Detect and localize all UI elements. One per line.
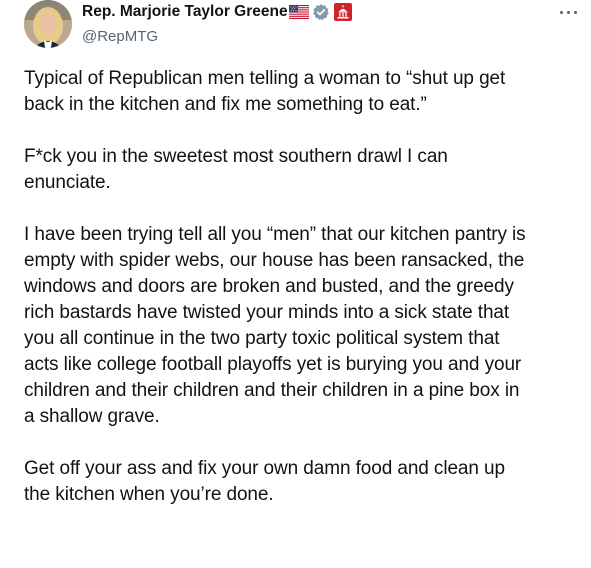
tweet-paragraph: I have been trying tell all you “men” th… [24, 224, 526, 427]
capitol-icon[interactable] [333, 3, 352, 21]
tweet-paragraph: Get off your ass and fix your own damn f… [24, 458, 505, 505]
tweet-text: Typical of Republican men telling a woma… [24, 66, 586, 534]
tweet-header: Rep. Marjorie Taylor Greene @RepMTG [82, 2, 591, 50]
more-options-icon[interactable] [557, 2, 585, 22]
us-flag-icon [288, 5, 309, 19]
user-handle[interactable]: @RepMTG [82, 27, 591, 47]
display-name[interactable]: Rep. Marjorie Taylor Greene [82, 2, 288, 22]
avatar[interactable] [24, 0, 72, 48]
name-row: Rep. Marjorie Taylor Greene [82, 2, 591, 22]
profile-photo [24, 0, 72, 48]
tweet-paragraph: Typical of Republican men telling a woma… [24, 68, 506, 115]
verified-badge-icon[interactable] [312, 3, 330, 21]
tweet: Rep. Marjorie Taylor Greene @RepMTG Typi… [0, 0, 591, 568]
tweet-paragraph: F*ck you in the sweetest most southern d… [24, 146, 448, 193]
